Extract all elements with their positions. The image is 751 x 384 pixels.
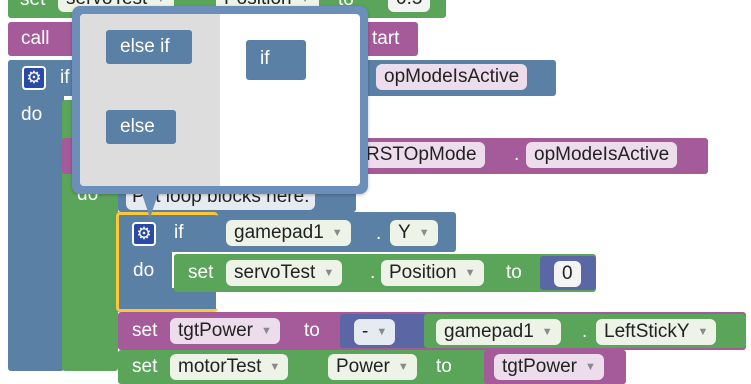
set-label: set [132,356,158,377]
do-label: do [21,104,43,125]
opmode-value: opModeIsActive [376,64,528,90]
dot-label: . [514,144,520,165]
dot-label: . [376,223,382,244]
gear-icon[interactable]: ⚙ [22,66,46,90]
set-servo-block[interactable]: set servoTest ▼ . Position ▼ to 0 [174,254,596,292]
gamepad-dropdown[interactable]: gamepad1 ▼ [226,220,351,247]
motor-variable-dropdown[interactable]: motorTest ▼ [170,354,289,381]
mutator-if-block[interactable]: if [246,40,306,80]
motor-property-dropdown[interactable]: Power ▼ [328,354,417,381]
do-label: do [133,260,155,281]
operator-dropdown[interactable]: - ▼ [354,319,396,346]
axis-dropdown[interactable]: LeftStickY ▼ [596,319,717,346]
gamepad-axis-block[interactable]: gamepad1 ▼ . LeftStickY ▼ [424,314,746,348]
bubble-pointer [140,188,160,218]
set-label: set [188,262,214,283]
set-label: set [20,0,45,11]
set-power-block[interactable]: set tgtPower ▼ to - ▼ gamepad1 ▼ . LeftStic… [118,312,746,350]
chevron-down-icon: ▼ [155,0,166,5]
mutator-if-label: if [260,48,270,69]
gear-icon[interactable]: ⚙ [132,222,156,246]
chevron-down-icon: ▼ [300,0,311,5]
chevron-down-icon: ▼ [464,267,476,279]
workspace[interactable]: set servoTest▼ Position▼ to 0.5 call tar… [0,0,751,384]
to-label: to [304,320,320,341]
call-label: call [21,28,50,49]
chevron-down-icon: ▼ [260,325,272,337]
opmode-class-label: RSTOpMode [358,142,485,168]
to-label: to [436,356,452,377]
number-block[interactable]: 0 [540,256,596,290]
servo-property-dropdown[interactable]: Position ▼ [381,260,484,287]
chevron-down-icon: ▼ [697,326,709,338]
set-motor-block[interactable]: set motorTest ▼ Power ▼ to tgtPower ▼ [118,350,626,384]
set-label: set [132,320,158,341]
tgtpower-value-block[interactable]: tgtPower ▼ [484,350,626,384]
else-block[interactable]: else [106,110,176,144]
chevron-down-icon: ▼ [418,227,430,239]
value-field[interactable]: 0.5 [388,0,431,12]
mutator-bubble[interactable]: else if else if [72,6,368,194]
chevron-down-icon: ▼ [376,326,388,338]
if-label: if [174,222,184,243]
chevron-down-icon: ▼ [584,361,596,373]
button-dropdown[interactable]: Y ▼ [390,220,438,247]
else-if-label: else if [120,36,170,57]
call-suffix: tart [372,28,400,49]
power-variable-dropdown[interactable]: tgtPower ▼ [170,318,280,345]
chevron-down-icon: ▼ [331,227,343,239]
chevron-down-icon: ▼ [269,361,281,373]
to-label: to [506,262,522,283]
position-value-field[interactable]: 0 [554,261,581,287]
negate-block[interactable]: - ▼ gamepad1 ▼ . LeftStickY ▼ [340,314,746,348]
chevron-down-icon: ▼ [323,267,335,279]
servo-variable-dropdown[interactable]: servoTest ▼ [226,260,343,287]
if-label: if [60,67,70,88]
dot-label: . [582,321,588,342]
opmode-active-field: opModeIsActive [526,142,678,168]
power-gamepad-dropdown[interactable]: gamepad1 ▼ [436,319,561,346]
dot-label: . [370,262,376,283]
else-label: else [120,116,155,137]
else-if-block[interactable]: else if [106,30,192,64]
tgtpower-dropdown[interactable]: tgtPower ▼ [494,354,604,381]
chevron-down-icon: ▼ [397,361,409,373]
chevron-down-icon: ▼ [541,326,553,338]
